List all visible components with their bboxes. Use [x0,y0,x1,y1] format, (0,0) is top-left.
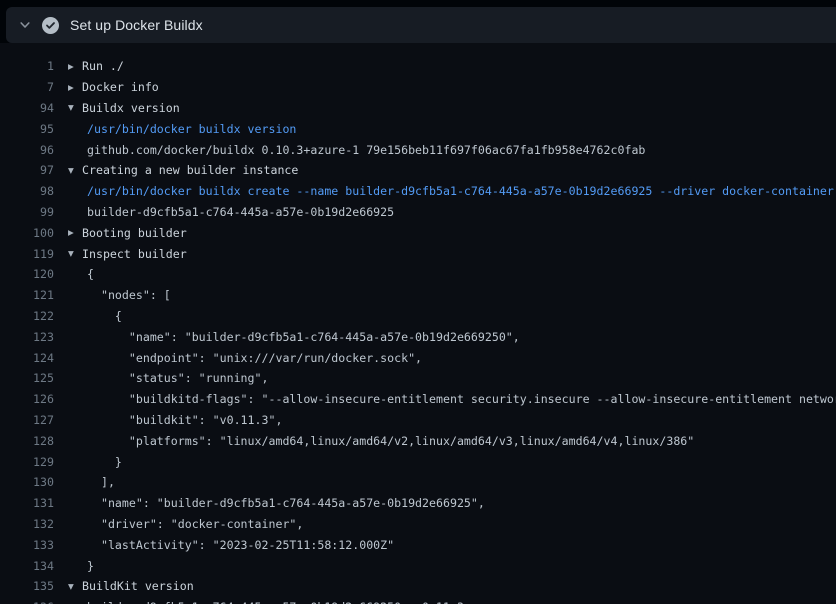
log-group-row[interactable]: 1 ▶Run ./ [0,56,836,77]
line-number[interactable]: 120 [14,267,54,281]
line-number[interactable]: 1 [14,59,54,73]
line-number[interactable]: 123 [14,330,54,344]
log-row: 120 { [0,264,836,285]
disclosure-triangle-icon[interactable]: ▼ [66,166,82,175]
log-row: 98/usr/bin/docker buildx create --name b… [0,181,836,202]
log-row: 125 "status": "running", [0,368,836,389]
chevron-down-icon[interactable] [18,18,32,32]
line-number[interactable]: 135 [14,579,54,593]
line-number[interactable]: 119 [14,247,54,261]
log-text: "buildkit": "v0.11.3", [82,413,282,427]
line-number[interactable]: 97 [14,163,54,177]
log-group-row[interactable]: 94 ▼Buildx version [0,98,836,119]
log-group-row[interactable]: 119 ▼Inspect builder [0,243,836,264]
line-number[interactable]: 126 [14,392,54,406]
line-number[interactable]: 94 [14,101,54,115]
line-number[interactable]: 7 [14,80,54,94]
check-circle-icon [42,17,59,34]
log-row: 136 builder-d9cfb5a1-c764-445a-a57e-0b19d… [0,597,836,604]
line-number[interactable]: 124 [14,351,54,365]
log-row: 122 { [0,306,836,327]
log-text: { [82,267,94,281]
disclosure-triangle-icon[interactable]: ▶ [66,228,82,237]
log-row: 124 "endpoint": "unix:///var/run/docker.… [0,347,836,368]
log-text: builder-d9cfb5a1-c764-445a-a57e-0b19d2e6… [82,205,394,219]
line-number[interactable]: 122 [14,309,54,323]
log-text: "name": "builder-d9cfb5a1-c764-445a-a57e… [82,496,485,510]
log-text: /usr/bin/docker buildx version [82,122,296,136]
group-title[interactable]: Booting builder [82,226,187,240]
line-number[interactable]: 131 [14,496,54,510]
log-group-row[interactable]: 97 ▼Creating a new builder instance [0,160,836,181]
log-row: 96 github.com/docker/buildx 0.10.3+azure-… [0,139,836,160]
log-row: 127 "buildkit": "v0.11.3", [0,410,836,431]
group-title[interactable]: Buildx version [82,101,180,115]
line-number[interactable]: 96 [14,143,54,157]
log-row: 129 } [0,451,836,472]
log-text: { [82,309,122,323]
log-row: 132 "driver": "docker-container", [0,514,836,535]
log-text: github.com/docker/buildx 0.10.3+azure-1 … [82,143,645,157]
log-text: "platforms": "linux/amd64,linux/amd64/v2… [82,434,694,448]
line-number[interactable]: 127 [14,413,54,427]
line-number[interactable]: 100 [14,226,54,240]
log-group-row[interactable]: 135 ▼BuildKit version [0,576,836,597]
disclosure-triangle-icon[interactable]: ▶ [66,62,82,71]
line-number[interactable]: 128 [14,434,54,448]
log-group-row[interactable]: 7 ▶Docker info [0,77,836,98]
log-text: "nodes": [ [82,288,171,302]
disclosure-triangle-icon[interactable]: ▼ [66,103,82,112]
line-number[interactable]: 95 [14,122,54,136]
line-number[interactable]: 121 [14,288,54,302]
disclosure-triangle-icon[interactable]: ▶ [66,83,82,92]
log-text: "driver": "docker-container", [82,517,303,531]
line-number[interactable]: 134 [14,559,54,573]
log-text: } [82,455,122,469]
log-row: 133 "lastActivity": "2023-02-25T11:58:12… [0,534,836,555]
log-text: "buildkitd-flags": "--allow-insecure-ent… [82,392,836,406]
group-title[interactable]: Creating a new builder instance [82,163,298,177]
log-text: ], [82,475,115,489]
log-lines: 1▶Run ./7▶Docker info94▼Buildx version95… [0,43,836,604]
log-row: 121 "nodes": [ [0,285,836,306]
log-text: "status": "running", [82,371,268,385]
line-number[interactable]: 130 [14,475,54,489]
disclosure-triangle-icon[interactable]: ▼ [66,582,82,591]
log-text: /usr/bin/docker buildx create --name bui… [82,184,834,198]
line-number[interactable]: 133 [14,538,54,552]
log-row: 95/usr/bin/docker buildx version [0,118,836,139]
line-number[interactable]: 132 [14,517,54,531]
log-text: builder-d9cfb5a1-c764-445a-a57e-0b19d2e6… [82,600,464,604]
group-title[interactable]: Docker info [82,80,159,94]
log-row: 128 "platforms": "linux/amd64,linux/amd6… [0,430,836,451]
log-text: "lastActivity": "2023-02-25T11:58:12.000… [82,538,394,552]
line-number[interactable]: 136 [14,600,54,604]
log-text: } [82,559,94,573]
line-number[interactable]: 99 [14,205,54,219]
group-title[interactable]: Run ./ [82,59,124,73]
step-title: Set up Docker Buildx [70,17,203,33]
line-number[interactable]: 125 [14,371,54,385]
log-text: "name": "builder-d9cfb5a1-c764-445a-a57e… [82,330,520,344]
log-text: "endpoint": "unix:///var/run/docker.sock… [82,351,422,365]
log-row: 123 "name": "builder-d9cfb5a1-c764-445a-… [0,326,836,347]
line-number[interactable]: 98 [14,184,54,198]
log-group-row[interactable]: 100 ▶Booting builder [0,222,836,243]
disclosure-triangle-icon[interactable]: ▼ [66,249,82,258]
log-row: 134} [0,555,836,576]
log-row: 99 builder-d9cfb5a1-c764-445a-a57e-0b19d2… [0,202,836,223]
log-row: 130 ], [0,472,836,493]
step-header[interactable]: Set up Docker Buildx [6,7,836,43]
log-row: 126 "buildkitd-flags": "--allow-insecure… [0,389,836,410]
group-title[interactable]: Inspect builder [82,247,187,261]
group-title[interactable]: BuildKit version [82,579,194,593]
line-number[interactable]: 129 [14,455,54,469]
log-row: 131 "name": "builder-d9cfb5a1-c764-445a-… [0,493,836,514]
